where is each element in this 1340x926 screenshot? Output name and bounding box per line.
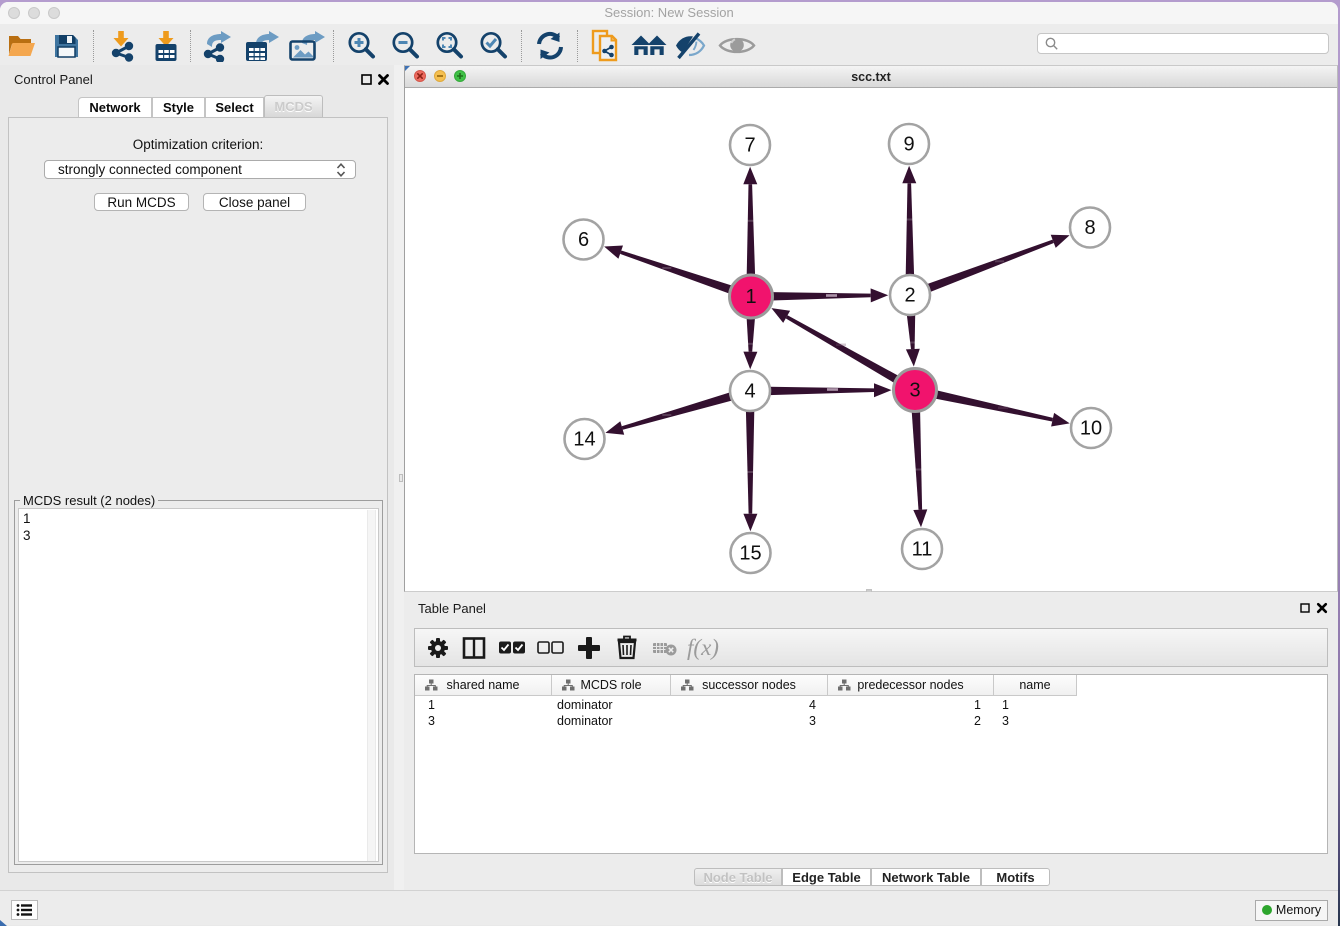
svg-text:15: 15: [739, 543, 761, 565]
svg-text:4: 4: [744, 381, 755, 403]
svg-text:f(x): f(x): [687, 635, 719, 660]
svg-text:7: 7: [744, 135, 755, 157]
svg-text:14: 14: [573, 429, 595, 451]
svg-text:6: 6: [578, 229, 589, 251]
svg-text:8: 8: [1084, 217, 1095, 239]
svg-text:9: 9: [903, 134, 914, 156]
svg-text:11: 11: [912, 539, 933, 561]
svg-text:3: 3: [909, 380, 920, 402]
svg-text:2: 2: [904, 285, 915, 307]
svg-text:1: 1: [745, 286, 756, 308]
svg-text:10: 10: [1080, 418, 1102, 440]
